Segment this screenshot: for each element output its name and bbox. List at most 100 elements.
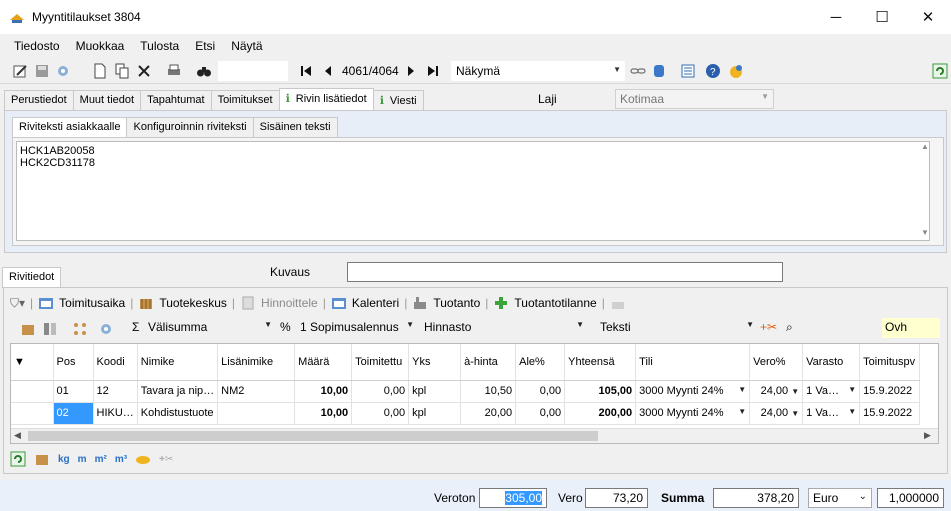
cell-toimituspv[interactable]: 15.9.2022	[859, 402, 921, 425]
row-selector-header[interactable]: ▼	[11, 344, 54, 381]
tuotanto-button[interactable]: Tuotanto	[433, 296, 480, 310]
database-icon[interactable]	[651, 63, 667, 79]
chevron-down-icon[interactable]: ▼	[791, 387, 799, 396]
cell-toimituspv[interactable]: 15.9.2022	[859, 380, 921, 403]
subtab-sisainen-teksti[interactable]: Sisäinen teksti	[252, 117, 338, 138]
minimize-button[interactable]: ─	[813, 0, 859, 34]
add-text-icon[interactable]: +✂	[760, 320, 777, 334]
cell-lisanimike[interactable]: NM2	[217, 380, 296, 403]
delete-icon[interactable]	[136, 63, 152, 79]
ovh-field[interactable]: Ovh	[882, 318, 940, 338]
save-icon[interactable]	[34, 63, 50, 79]
tab-rivitiedot[interactable]: Rivitiedot	[2, 267, 62, 288]
scroll-right-icon[interactable]: ▶	[924, 430, 931, 441]
tab-tapahtumat[interactable]: Tapahtumat	[140, 90, 212, 112]
chevron-down-icon[interactable]: ▼	[791, 409, 799, 418]
cell-toimitettu[interactable]: 0,00	[351, 380, 410, 403]
cell-maara[interactable]: 10,00	[294, 402, 353, 425]
tab-toimitukset[interactable]: Toimitukset	[210, 90, 280, 112]
table-row[interactable]: 01 12 Tavara ja nip… NM2 10,00 0,00 kpl …	[11, 380, 921, 403]
subtab-konfiguroinnin-riviteksti[interactable]: Konfiguroinnin riviteksti	[126, 117, 254, 138]
tab-rivin-lisatiedot[interactable]: ℹ Rivin lisätiedot	[278, 88, 374, 110]
col-header[interactable]: Toimitettu	[351, 344, 410, 381]
maximize-button[interactable]: ☐	[859, 0, 905, 34]
cell-koodi[interactable]: 12	[93, 380, 138, 403]
col-header[interactable]: Yks	[408, 344, 462, 381]
kalenteri-button[interactable]: Kalenteri	[352, 296, 399, 310]
cell-toimitettu[interactable]: 0,00	[351, 402, 410, 425]
cell-a-hinta[interactable]: 10,50	[460, 380, 517, 403]
hinnoittele-button[interactable]: Hinnoittele	[261, 296, 318, 310]
settings-dropdown-icon[interactable]	[98, 321, 114, 337]
scroll-left-icon[interactable]: ◀	[14, 430, 21, 441]
currency-combo[interactable]: Euro ⌄	[808, 488, 872, 508]
tab-perustiedot[interactable]: Perustiedot	[4, 90, 74, 112]
unit-m3-button[interactable]: m³	[115, 454, 127, 465]
search-binoculars-icon[interactable]	[196, 63, 212, 79]
menu-tiedosto[interactable]: Tiedosto	[6, 39, 68, 53]
unit-m2-button[interactable]: m²	[95, 454, 107, 465]
menu-muokkaa[interactable]: Muokkaa	[68, 39, 133, 53]
list-view-icon[interactable]	[680, 63, 696, 79]
subtab-riviteksti-asiakkaalle[interactable]: Riviteksti asiakkaalle	[12, 117, 128, 138]
search-icon[interactable]: ⌕	[786, 320, 793, 335]
vero-field[interactable]: 73,20	[585, 488, 648, 508]
cell-pos[interactable]: 02	[53, 402, 94, 425]
refresh-grid-icon[interactable]	[10, 451, 26, 467]
col-header[interactable]: Yhteensä	[564, 344, 637, 381]
chevron-down-icon[interactable]: ▼	[848, 385, 856, 394]
print-icon[interactable]	[166, 63, 182, 79]
cell-vero[interactable]: 24,00 ▼	[749, 380, 804, 403]
unit-kg-button[interactable]: kg	[58, 454, 70, 465]
summa-field[interactable]: 378,20	[713, 488, 799, 508]
tools-dropdown-icon[interactable]	[56, 63, 72, 79]
grid-dots-icon[interactable]	[72, 321, 88, 337]
cell-koodi[interactable]: HIKU…	[93, 402, 138, 425]
toimitusaika-button[interactable]: Toimitusaika	[59, 296, 125, 310]
horizontal-scrollbar[interactable]: ◀ ▶	[11, 428, 938, 443]
cell-yks[interactable]: kpl	[408, 380, 462, 403]
cell-lisanimike[interactable]	[217, 402, 296, 425]
cell-tili[interactable]: 3000 Myynti 24% ▼	[635, 380, 751, 403]
row-selector[interactable]	[11, 380, 54, 403]
copy-icon[interactable]	[114, 63, 130, 79]
cell-varasto[interactable]: 1 Va… ▼	[802, 380, 861, 403]
cell-vero[interactable]: 24,00 ▼	[749, 402, 804, 425]
cell-yhteensa[interactable]: 200,00	[564, 402, 637, 425]
col-header[interactable]: Koodi	[93, 344, 138, 381]
teksti-combo[interactable]: Teksti ▼	[600, 320, 754, 334]
cell-yks[interactable]: kpl	[408, 402, 462, 425]
row-selector[interactable]	[11, 402, 54, 425]
tab-viesti[interactable]: ℹ Viesti	[372, 90, 424, 112]
exchange-rate-field[interactable]: 1,000000	[877, 488, 944, 508]
scroll-down-icon[interactable]: ▼	[921, 228, 929, 237]
tuotekeskus-button[interactable]: Tuotekeskus	[159, 296, 227, 310]
menu-tulosta[interactable]: Tulosta	[132, 39, 187, 53]
link-icon[interactable]	[630, 63, 646, 79]
scroll-up-icon[interactable]: ▲	[921, 142, 929, 151]
first-record-icon[interactable]	[298, 63, 314, 79]
add-rows-icon[interactable]	[20, 321, 36, 337]
col-header[interactable]: Tili	[635, 344, 751, 381]
previous-record-icon[interactable]	[320, 63, 336, 79]
cell-maara[interactable]: 10,00	[294, 380, 353, 403]
hinnasto-combo[interactable]: Hinnasto ▼	[424, 320, 584, 334]
valisumma-combo[interactable]: Välisumma ▼	[148, 320, 272, 334]
chevron-down-icon[interactable]: ▼	[738, 407, 746, 416]
chevron-down-icon[interactable]: ▼	[738, 385, 746, 394]
col-header[interactable]: Määrä	[294, 344, 353, 381]
tab-muut-tiedot[interactable]: Muut tiedot	[72, 90, 142, 112]
unit-m-button[interactable]: m	[78, 454, 87, 465]
new-document-icon[interactable]	[92, 63, 108, 79]
cell-nimike[interactable]: Tavara ja nip…	[137, 380, 219, 403]
edit-icon[interactable]	[12, 63, 28, 79]
col-header[interactable]: Varasto	[802, 344, 861, 381]
tuotantotilanne-button[interactable]: Tuotantotilanne	[514, 296, 596, 310]
cell-ale[interactable]: 0,00	[515, 402, 566, 425]
cell-varasto[interactable]: 1 Va… ▼	[802, 402, 861, 425]
menu-etsi[interactable]: Etsi	[187, 39, 223, 53]
col-header[interactable]: Ale%	[515, 344, 566, 381]
col-header[interactable]: Pos	[53, 344, 94, 381]
col-header[interactable]: Nimike	[137, 344, 219, 381]
help-icon[interactable]: ?	[705, 63, 721, 79]
